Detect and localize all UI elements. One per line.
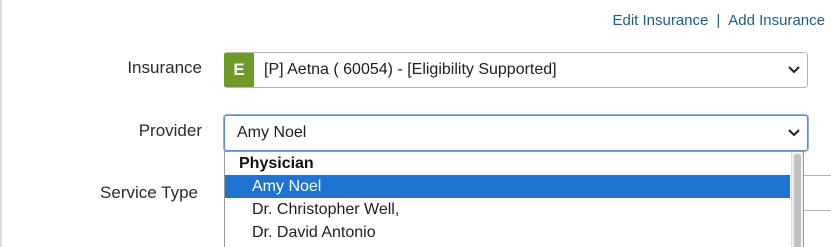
insurance-select-value: [P] Aetna ( 60054) - [Eligibility Suppor…: [264, 61, 557, 78]
provider-label: Provider: [138, 121, 202, 140]
service-type-label: Service Type: [100, 183, 198, 202]
add-insurance-link[interactable]: Add Insurance: [728, 12, 825, 29]
dropdown-option[interactable]: Dr. Christopher Well,: [225, 198, 790, 221]
insurance-links: Edit Insurance | Add Insurance: [612, 12, 825, 29]
dropdown-option[interactable]: Amy Noel: [225, 175, 790, 198]
chevron-down-icon: [787, 126, 801, 140]
service-type-select[interactable]: [804, 175, 831, 211]
left-border: [0, 0, 2, 247]
dropdown-scrollbar[interactable]: [791, 152, 803, 247]
eligibility-badge: E: [224, 52, 254, 87]
provider-select-value: Amy Noel: [237, 124, 307, 141]
provider-select[interactable]: Amy Noel: [224, 115, 808, 151]
insurance-label: Insurance: [127, 58, 202, 77]
link-separator: |: [716, 12, 721, 29]
provider-dropdown-list: Physician Amy Noel Dr. Christopher Well,…: [224, 151, 804, 247]
insurance-select[interactable]: E [P] Aetna ( 60054) - [Eligibility Supp…: [224, 52, 808, 88]
dropdown-option[interactable]: Dr. David Antonio: [225, 221, 790, 244]
insurance-form: Edit Insurance | Add Insurance Insurance…: [0, 0, 831, 247]
option-group-physician: Physician: [239, 155, 314, 172]
edit-insurance-link[interactable]: Edit Insurance: [612, 12, 708, 29]
chevron-down-icon: [787, 63, 801, 77]
scrollbar-thumb[interactable]: [794, 154, 801, 247]
